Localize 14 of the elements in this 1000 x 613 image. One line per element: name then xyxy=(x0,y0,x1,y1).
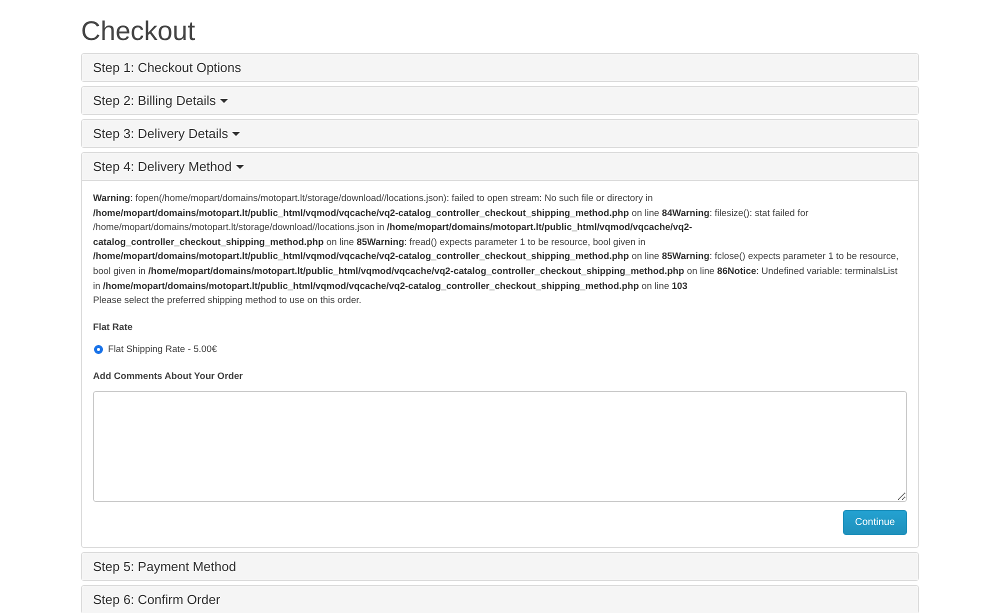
step-heading[interactable]: Step 6: Confirm Order xyxy=(82,586,918,613)
instruction-text: Please select the preferred shipping method to use on this order. xyxy=(93,293,362,308)
page-title: Checkout xyxy=(81,16,196,47)
error-message: Warning: fopen(/home/mopart/domains/motopart.lt/storage/download//locations.json): failed to open stream: No such file or directory in /home/mopart/domains/motopart.lt/public_html/vqmod/vqcache/vq2-catalog_controller_checkout_shipping_method.php on line 84Warning: filesize(): stat failed for /home/mopart/domains/motopart.lt/storage/download//locations.json in /home/mopart/domains/motopart.lt/public_html/vqmod/vqcache/vq2-catalog_controller_checkout_shipping_method.php on line 85Warning: fread() expects parameter 1 to be resource, bool given in /home/mopart/domains/motopart.lt/public_html/vqmod/vqcache/vq2-catalog_controller_checkout_shipping_method.php on line 85Warning: fclose() expects parameter 1 to be resource, bool given in /home/mopart/domains/motopart.lt/public_html/vqmod/vqcache/vq2-catalog_controller_checkout_shipping_method.php on line 86Notice: Undefined variable: terminalsList in /home/mopart/domains/motopart.lt/public_html/vqmod/vqcache/vq2-catalog_controller_checkout_shipping_method.php on line 103 xyxy=(93,191,900,293)
step-heading[interactable]: Step 1: Checkout Options xyxy=(82,54,918,81)
step-heading[interactable]: Step 4: Delivery Method xyxy=(82,153,918,181)
comments-label: Add Comments About Your Order xyxy=(93,368,244,383)
step-heading[interactable]: Step 2: Billing Details xyxy=(82,87,918,114)
step-heading[interactable]: Step 3: Delivery Details xyxy=(82,120,918,147)
shipping-option-label[interactable]: Flat Shipping Rate - 5.00€ xyxy=(108,342,217,357)
step-heading[interactable]: Step 5: Payment Method xyxy=(82,552,918,580)
radio-button[interactable] xyxy=(94,345,103,354)
comments-field[interactable] xyxy=(93,390,907,502)
method-title: Flat Rate xyxy=(93,320,134,334)
